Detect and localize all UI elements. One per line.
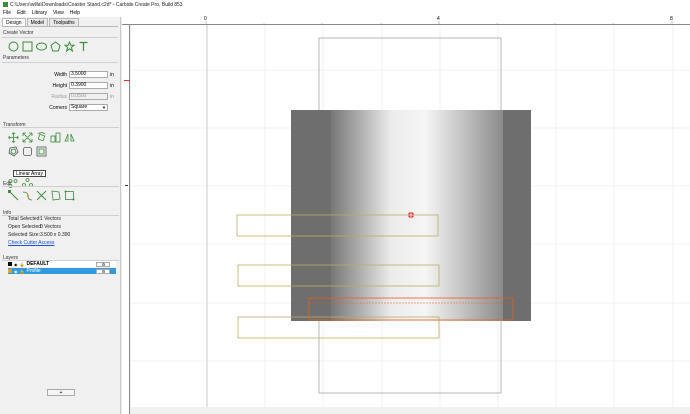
- ruler-tick: [125, 185, 128, 186]
- menu-file[interactable]: File: [3, 10, 11, 16]
- total-selected-value: 1 Vectors: [40, 216, 61, 222]
- polygon-tool-icon[interactable]: [50, 41, 61, 52]
- corners-select[interactable]: Square ▼: [69, 104, 108, 111]
- eye-icon[interactable]: ◉: [14, 269, 18, 274]
- window-title: C:\Users\willa\Downloads\Coaster Stand.c…: [10, 1, 183, 8]
- chevron-down-icon: ▼: [102, 105, 106, 110]
- divider: [2, 127, 119, 128]
- circular-array-icon[interactable]: [22, 178, 33, 189]
- radius-field: 0.0500: [69, 93, 108, 100]
- transform-tools-row1: [8, 132, 78, 143]
- corners-label: Corners: [49, 105, 67, 111]
- divider: [2, 186, 119, 187]
- open-selected-value: 0 Vectors: [40, 224, 61, 230]
- move-icon[interactable]: [8, 132, 19, 143]
- layer-row-default[interactable]: ◉ 🔒 DEFAULT ⚙: [8, 261, 116, 267]
- layer-name: Profile: [26, 268, 41, 274]
- gear-icon[interactable]: ⚙: [96, 261, 111, 267]
- lock-icon[interactable]: 🔒: [20, 269, 25, 274]
- circle-tool-icon[interactable]: [8, 41, 19, 52]
- menu-view[interactable]: View: [53, 10, 64, 16]
- info-total-selected: Total Selected: 1 Vectors: [8, 216, 61, 222]
- boolean-icon[interactable]: [50, 190, 61, 201]
- transform-tools-row2: [8, 146, 50, 157]
- selected-size-value: 3.500 x 0.390: [40, 232, 71, 238]
- ruler-left: [122, 25, 130, 414]
- open-selected-label: Open Selected:: [8, 224, 43, 230]
- menu-help[interactable]: Help: [70, 10, 80, 16]
- cylinder-model: [331, 110, 503, 321]
- app-icon: [3, 2, 8, 7]
- menu-library[interactable]: Library: [32, 10, 47, 16]
- radius-label: Radius: [51, 94, 67, 100]
- weld-icon[interactable]: [64, 190, 75, 201]
- info-open-selected: Open Selected: 0 Vectors: [8, 224, 61, 230]
- title-bar: C:\Users\willa\Downloads\Coaster Stand.c…: [0, 0, 690, 9]
- width-unit: in: [110, 72, 114, 78]
- check-cutter-access-link[interactable]: Check Cutter Access: [8, 240, 54, 246]
- height-param: Height 0.3900 in: [0, 82, 121, 90]
- menu-edit[interactable]: Edit: [17, 10, 26, 16]
- height-unit: in: [110, 83, 114, 89]
- design-canvas[interactable]: [131, 25, 690, 407]
- selected-size-label: Selected Size:: [8, 232, 40, 238]
- tab-design[interactable]: Design: [2, 18, 26, 26]
- origin-marker: [408, 212, 414, 218]
- width-field[interactable]: 3.5000: [69, 71, 108, 78]
- left-panel: Design Model Toolpaths Create Vector Par…: [0, 17, 121, 414]
- text-tool-icon[interactable]: [78, 41, 89, 52]
- scale-icon[interactable]: [22, 132, 33, 143]
- layer-color-swatch: [8, 262, 12, 266]
- lock-icon[interactable]: 🔒: [20, 262, 25, 267]
- canvas-svg: [131, 25, 690, 407]
- offset-icon[interactable]: [8, 146, 19, 157]
- layer-name: DEFAULT: [26, 261, 50, 267]
- add-layer-button[interactable]: +: [47, 389, 75, 396]
- star-tool-icon[interactable]: [64, 41, 75, 52]
- linear-array-tooltip: Linear Array: [13, 170, 46, 177]
- total-selected-label: Total Selected:: [8, 216, 41, 222]
- outline-icon[interactable]: [36, 146, 47, 157]
- rectangle-tool-icon[interactable]: [22, 41, 33, 52]
- create-vector-tools: [8, 41, 120, 52]
- info-selected-size: Selected Size: 3.500 x 0.390: [8, 232, 70, 238]
- align-icon[interactable]: [50, 132, 61, 143]
- linear-array-row: [8, 178, 36, 189]
- join-icon[interactable]: [22, 190, 33, 201]
- eye-icon[interactable]: ◉: [14, 262, 18, 267]
- node-edit-icon[interactable]: [8, 190, 19, 201]
- section-create-vector: Create Vector: [3, 30, 34, 36]
- ruler-label-4: 4: [437, 16, 440, 22]
- layer-row-profile[interactable]: ◉ 🔒 Profile ⚙: [8, 268, 116, 274]
- ruler-label-8: 8: [670, 16, 673, 22]
- height-field[interactable]: 0.3900: [69, 82, 108, 89]
- horizontal-scrollbar[interactable]: [131, 407, 690, 414]
- layer-color-swatch: [8, 269, 12, 273]
- rotate-icon[interactable]: [36, 132, 47, 143]
- edit-tools: [8, 190, 78, 201]
- tab-toolpaths[interactable]: Toolpaths: [49, 18, 79, 26]
- gear-icon[interactable]: ⚙: [96, 268, 111, 274]
- divider: [2, 37, 118, 38]
- section-parameters: Parameters: [3, 55, 29, 61]
- ruler-top: 0 4 8: [122, 16, 690, 25]
- trim-icon[interactable]: [36, 190, 47, 201]
- width-param: Width 3.5000 in: [0, 71, 121, 79]
- ellipse-tool-icon[interactable]: [36, 41, 47, 52]
- height-label: Height: [52, 83, 67, 89]
- tab-model[interactable]: Model: [26, 18, 49, 26]
- panel-tabs: Design Model Toolpaths: [2, 18, 118, 27]
- fillet-icon[interactable]: [22, 146, 33, 157]
- ruler-marker: [124, 80, 130, 81]
- ruler-label-0: 0: [204, 16, 207, 22]
- corners-param: Corners Square ▼: [0, 104, 121, 112]
- width-label: Width: [54, 72, 67, 78]
- menu-bar: File Edit Library View Help: [0, 9, 690, 17]
- mirror-icon[interactable]: [64, 132, 75, 143]
- radius-unit: in: [110, 94, 114, 100]
- corners-value: Square: [71, 104, 88, 110]
- divider: [2, 62, 118, 63]
- radius-param: Radius 0.0500 in: [0, 93, 121, 101]
